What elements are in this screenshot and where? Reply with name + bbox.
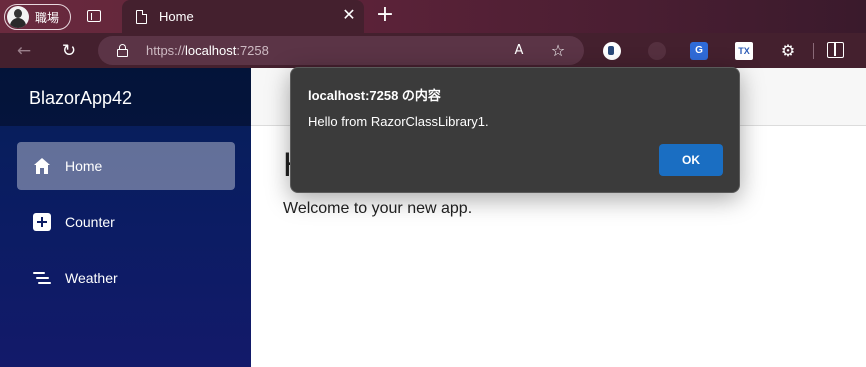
profile-button[interactable]: 職場: [4, 4, 71, 30]
lock-icon[interactable]: [117, 44, 128, 57]
new-tab-button[interactable]: +: [374, 4, 396, 27]
extensions-puzzle-icon[interactable]: ⚙: [779, 42, 797, 60]
extension-tx-icon[interactable]: TX: [735, 42, 753, 60]
sidebar-item-label: Weather: [65, 270, 118, 286]
url-scheme: https://: [146, 43, 186, 58]
address-bar[interactable]: https://localhost:7258 A ☆: [98, 36, 584, 65]
home-icon: [34, 158, 50, 174]
app-brand[interactable]: BlazorApp42: [29, 88, 132, 109]
profile-label: 職場: [35, 10, 60, 25]
avatar: [7, 6, 29, 28]
sidebar-item-weather[interactable]: Weather: [17, 254, 235, 302]
favorite-star-icon[interactable]: ☆: [548, 41, 568, 61]
toolbar-divider: [813, 43, 814, 59]
sidebar-item-label: Counter: [65, 214, 115, 230]
url-host: localhost: [185, 43, 237, 58]
sidebar-item-label: Home: [65, 158, 103, 174]
reload-icon[interactable]: ↻: [57, 39, 81, 63]
url-port: :7258: [236, 43, 269, 58]
brand-bar: BlazorApp42: [0, 68, 251, 126]
sidebar: BlazorApp42 Home Counter Weather: [0, 68, 251, 367]
url-text[interactable]: https://localhost:7258: [146, 43, 269, 58]
back-icon[interactable]: ←: [12, 39, 36, 63]
tab-title: Home: [159, 9, 194, 24]
extension-password-icon[interactable]: [603, 42, 621, 60]
close-tab-icon[interactable]: ✕: [340, 7, 358, 25]
dialog-title: localhost:7258 の内容: [308, 88, 441, 103]
extension-disabled-icon[interactable]: [648, 42, 666, 60]
browser-tab-strip: 職場 Home ✕ +: [0, 0, 866, 33]
split-screen-icon[interactable]: [827, 42, 844, 58]
tab-home[interactable]: Home ✕: [122, 0, 364, 33]
page-icon: [136, 10, 147, 24]
browser-toolbar: ← ↻ https://localhost:7258 A ☆ G TX ⚙: [0, 33, 866, 68]
list-icon: [33, 269, 51, 287]
ok-button[interactable]: OK: [659, 144, 723, 176]
read-aloud-icon[interactable]: A: [509, 41, 529, 61]
plus-icon: [33, 213, 51, 231]
translate-icon[interactable]: G: [690, 42, 708, 60]
alert-dialog: localhost:7258 の内容 Hello from RazorClass…: [290, 67, 740, 193]
welcome-text: Welcome to your new app.: [283, 200, 473, 217]
sidebar-item-counter[interactable]: Counter: [17, 198, 235, 246]
sidebar-item-home[interactable]: Home: [17, 142, 235, 190]
tab-actions-icon[interactable]: [84, 7, 104, 25]
dialog-message: Hello from RazorClassLibrary1.: [308, 114, 489, 129]
